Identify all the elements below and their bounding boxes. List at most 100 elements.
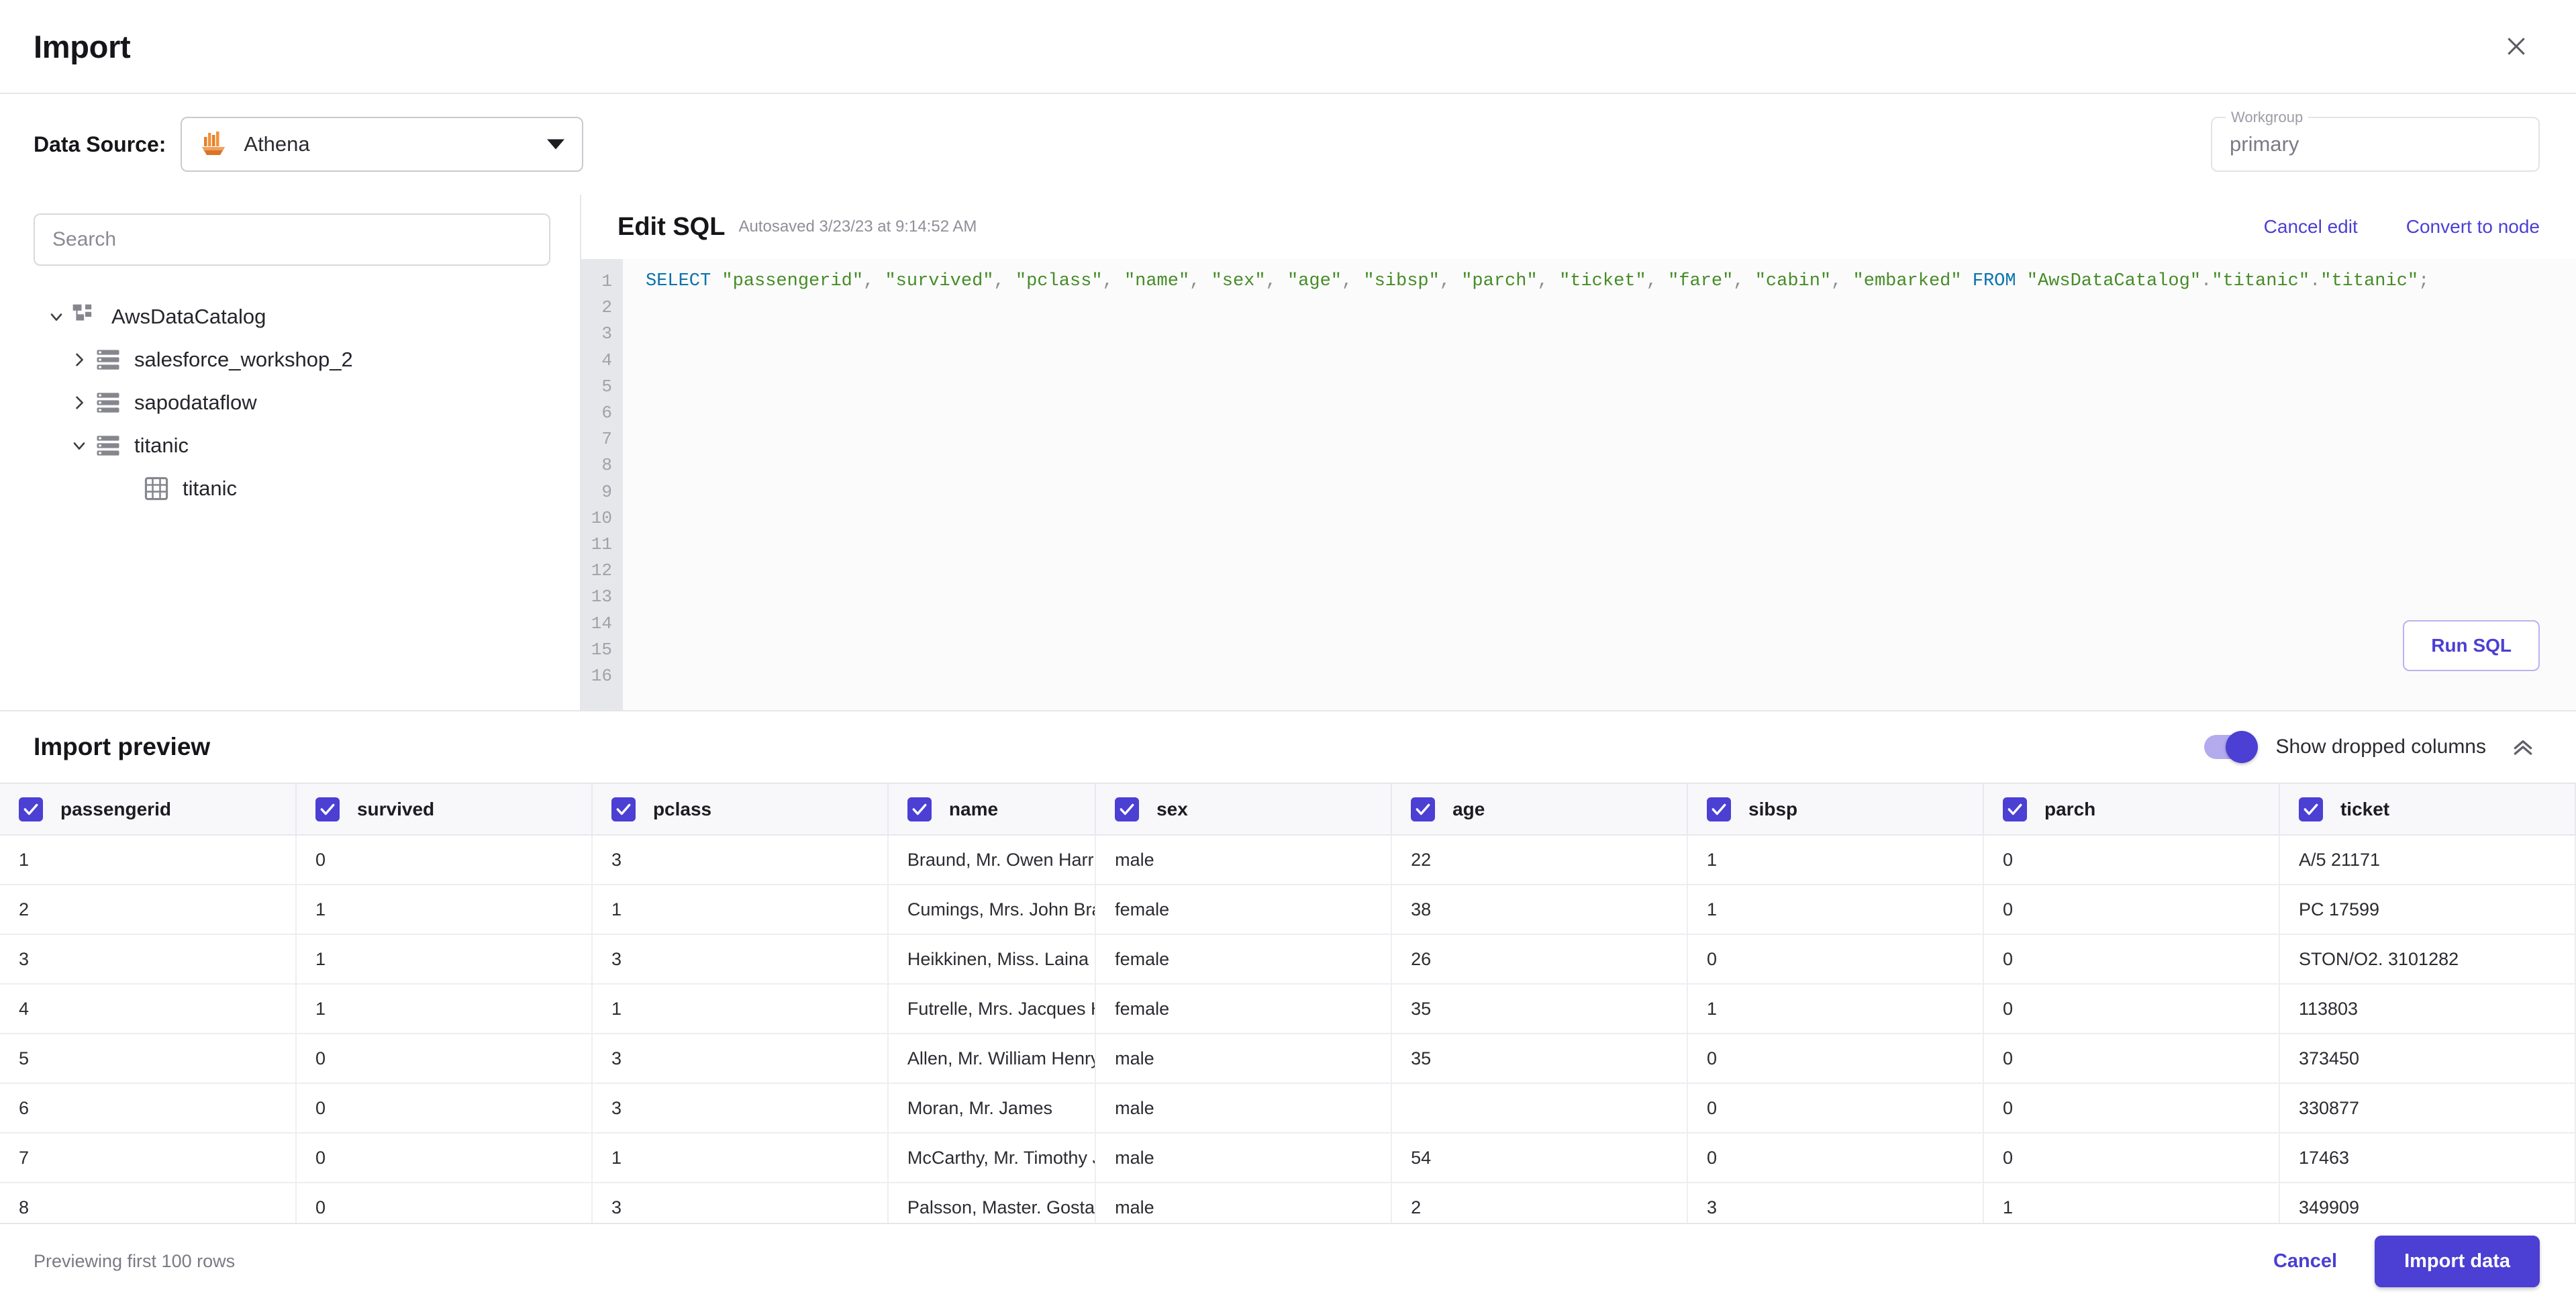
cancel-edit-link[interactable]: Cancel edit	[2264, 216, 2358, 238]
line-number: 13	[591, 587, 612, 607]
show-dropped-columns-toggle[interactable]	[2204, 731, 2259, 763]
column-checkbox[interactable]	[1411, 797, 1436, 821]
sql-token: "ticket"	[1559, 271, 1646, 291]
table-row[interactable]: 1 0 3 Braund, Mr. Owen Harris male 22 1 0 A/5 21…	[0, 835, 2576, 885]
table-cell: female	[1095, 984, 1393, 1034]
column-checkbox[interactable]	[2298, 797, 2323, 821]
table-cell: 330877	[2279, 1083, 2576, 1134]
table-cell: 1	[1687, 835, 1984, 885]
table-cell: 7	[0, 1133, 297, 1183]
run-sql-wrap: Run SQL	[2403, 620, 2540, 671]
data-source-select[interactable]: Athena	[181, 117, 584, 172]
column-header-survived[interactable]: survived	[295, 784, 593, 836]
line-number: 11	[591, 534, 612, 555]
column-header-pclass[interactable]: pclass	[591, 784, 889, 836]
chevron-double-up-icon[interactable]	[2506, 730, 2540, 764]
data-source-label: Data Source:	[34, 132, 166, 156]
table-row[interactable]: 3 1 3 Heikkinen, Miss. Laina female 26 0 0 STON/…	[0, 934, 2576, 985]
line-number: 6	[601, 403, 612, 423]
chevron-down-icon[interactable]	[66, 436, 93, 455]
table-cell: 1	[1687, 885, 1984, 935]
column-checkbox[interactable]	[19, 797, 43, 821]
sql-token: "name"	[1124, 271, 1190, 291]
column-checkbox[interactable]	[1707, 797, 1732, 821]
sql-token: ,	[863, 271, 885, 291]
import-data-button[interactable]: Import data	[2375, 1235, 2540, 1287]
column-header-passengerid[interactable]: passengerid	[0, 784, 297, 836]
table-cell: 6	[0, 1083, 297, 1134]
column-header-ticket[interactable]: ticket	[2279, 784, 2576, 836]
table-row[interactable]: 411Futrelle, Mrs. Jacques Heath (Lily Ma…	[0, 984, 2576, 1034]
column-checkbox[interactable]	[315, 797, 340, 821]
import-preview-table: passengerid survived pclass name sex age sibsp…	[0, 784, 2576, 1223]
table-cell: 4	[0, 984, 297, 1034]
column-header-name[interactable]: name	[887, 784, 1097, 836]
search-input[interactable]: Search	[34, 213, 550, 266]
table-cell: STON/O2. 3101282	[2279, 934, 2576, 985]
table-cell: female	[1095, 885, 1393, 935]
sql-token: ,	[1646, 271, 1669, 291]
table-cell: Allen, Mr. William Henry	[887, 1034, 1097, 1084]
import-preview-table-wrap[interactable]: passengerid survived pclass name sex age sibsp…	[0, 783, 2576, 1223]
table-cell: 373450	[2279, 1034, 2576, 1084]
table-cell: 0	[1983, 934, 2280, 985]
column-header-label: survived	[356, 798, 435, 819]
chevron-down-icon[interactable]	[43, 307, 70, 326]
preview-row-note: Previewing first 100 rows	[34, 1250, 236, 1271]
table-cell: male	[1095, 1034, 1393, 1084]
table-cell: 35	[1391, 1034, 1689, 1084]
catalog-icon	[70, 302, 101, 332]
chevron-right-icon[interactable]	[66, 350, 93, 369]
column-header-label: sibsp	[1748, 798, 1798, 819]
chevron-right-icon[interactable]	[66, 393, 93, 412]
import-preview-header: Import preview Show dropped columns	[0, 711, 2576, 783]
column-header-inner: name	[907, 797, 1095, 821]
column-checkbox[interactable]	[2003, 797, 2027, 821]
sql-actions: Cancel edit Convert to node	[2264, 216, 2540, 238]
table-row[interactable]: 5 0 3 Allen, Mr. William Henry male 35 0 0 37345…	[0, 1034, 2576, 1084]
table-cell: McCarthy, Mr. Timothy J	[887, 1133, 1097, 1183]
tree-item-awsdatacatalog[interactable]: AwsDataCatalog	[34, 295, 550, 338]
workgroup-value: primary	[2230, 132, 2299, 156]
column-checkbox[interactable]	[611, 797, 636, 821]
column-header-age[interactable]: age	[1391, 784, 1689, 836]
table-row[interactable]: 803Palsson, Master. Gosta Leonardmale231…	[0, 1183, 2576, 1223]
column-header-label: age	[1452, 798, 1485, 819]
sql-token: "passengerid"	[722, 271, 864, 291]
column-header-sibsp[interactable]: sibsp	[1687, 784, 1984, 836]
line-number: 3	[601, 323, 612, 344]
cancel-button[interactable]: Cancel	[2273, 1250, 2337, 1272]
table-row[interactable]: 6 0 3 Moran, Mr. James male 0 0 330877	[0, 1083, 2576, 1134]
catalog-sidebar: Search AwsDataCatalog salesforce_workshop…	[0, 195, 581, 710]
table-row[interactable]: 211Cumings, Mrs. John Bradley (Florence …	[0, 885, 2576, 935]
tree-item-sapodataflow[interactable]: sapodataflow	[34, 381, 550, 424]
column-header-label: passengerid	[60, 798, 171, 819]
table-cell: 5	[0, 1034, 297, 1084]
column-header-sex[interactable]: sex	[1095, 784, 1393, 836]
table-row[interactable]: 7 0 1 McCarthy, Mr. Timothy Jmale 54 0 0 17463	[0, 1133, 2576, 1183]
tree-item-titanic[interactable]: titanic	[34, 467, 550, 510]
tree-item-titanic[interactable]: titanic	[34, 424, 550, 467]
column-header-parch[interactable]: parch	[1983, 784, 2280, 836]
table-cell: 3	[1687, 1183, 1984, 1223]
workgroup-field[interactable]: Workgroup primary	[2211, 109, 2540, 172]
tree-item-salesforce-workshop-2[interactable]: salesforce_workshop_2	[34, 338, 550, 381]
sql-token: ,	[1733, 271, 1755, 291]
table-cell: male	[1095, 1083, 1393, 1134]
line-number: 9	[601, 481, 612, 502]
column-checkbox[interactable]	[1115, 797, 1140, 821]
tree-item-label: salesforce_workshop_2	[134, 348, 353, 371]
sql-code-area[interactable]: SELECT "passengerid", "survived", "pclas…	[623, 259, 2576, 710]
sql-token: "parch"	[1461, 271, 1538, 291]
run-sql-button[interactable]: Run SQL	[2403, 620, 2540, 671]
sql-token: SELECT	[646, 271, 711, 291]
close-icon[interactable]	[2493, 23, 2540, 70]
sql-editor[interactable]: 1 2 3 4 5 6 7 8 9 10 11 12 13 14 15 16 SELECT "passenge…	[581, 259, 2576, 710]
convert-to-node-link[interactable]: Convert to node	[2406, 216, 2540, 238]
table-cell: 0	[295, 1183, 593, 1223]
column-header-inner: ticket	[2298, 797, 2575, 821]
page-title: Import	[34, 28, 131, 64]
column-checkbox[interactable]	[907, 797, 932, 821]
